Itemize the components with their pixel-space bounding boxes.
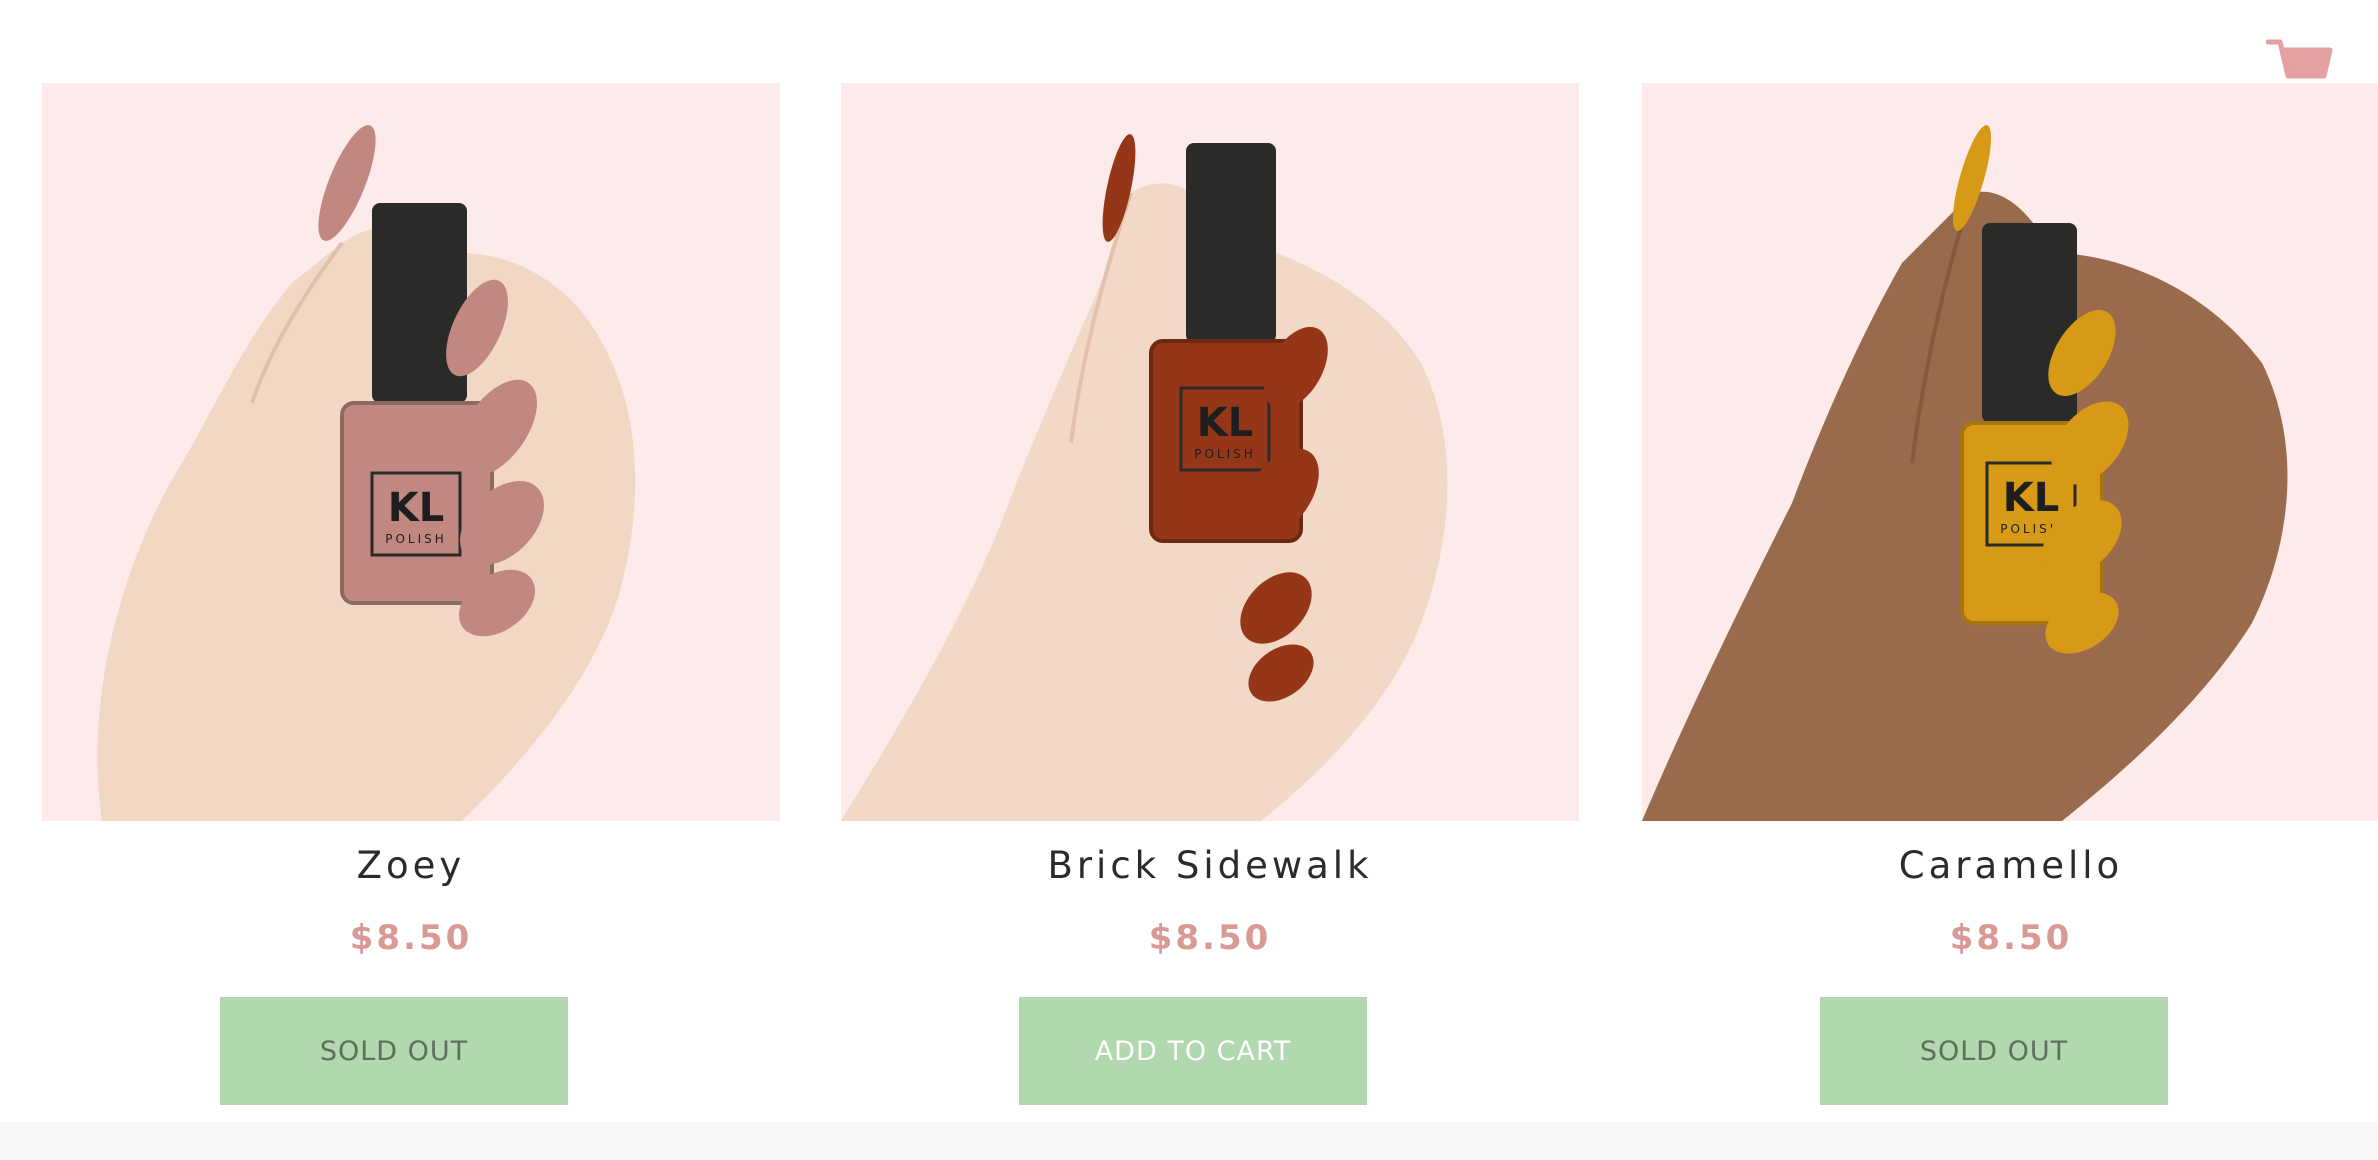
product-grid-page: KL POLISH Zoey $8.50 SOLD OUT KL POLISH … — [0, 0, 2378, 1160]
product-name[interactable]: Caramello — [1642, 841, 2378, 891]
svg-text:KL: KL — [2003, 475, 2059, 521]
product-card: KL POLISH Brick Sidewalk $8.50 ADD TO CA… — [841, 83, 1579, 1105]
svg-text:POLISH: POLISH — [1194, 447, 1256, 461]
product-image[interactable]: KL POLISH — [841, 83, 1579, 821]
product-price: $8.50 — [349, 918, 473, 958]
product-image[interactable]: KL POLISH — [42, 83, 780, 821]
sold-out-button[interactable]: SOLD OUT — [1820, 997, 2168, 1105]
sold-out-button[interactable]: SOLD OUT — [220, 997, 568, 1105]
product-name[interactable]: Zoey — [42, 841, 780, 891]
svg-text:KL: KL — [388, 485, 444, 531]
product-price: $8.50 — [1949, 918, 2073, 958]
product-card: KL POLISH Caramello $8.50 SOLD OUT — [1642, 83, 2378, 1105]
product-price: $8.50 — [1148, 918, 1272, 958]
product-name[interactable]: Brick Sidewalk — [841, 841, 1579, 891]
footer-strip — [0, 1122, 2378, 1160]
add-to-cart-button[interactable]: ADD TO CART — [1019, 997, 1367, 1105]
svg-text:KL: KL — [1197, 400, 1253, 446]
product-card: KL POLISH Zoey $8.50 SOLD OUT — [42, 83, 780, 1105]
svg-text:POLISH: POLISH — [385, 532, 447, 546]
product-image[interactable]: KL POLISH — [1642, 83, 2378, 821]
